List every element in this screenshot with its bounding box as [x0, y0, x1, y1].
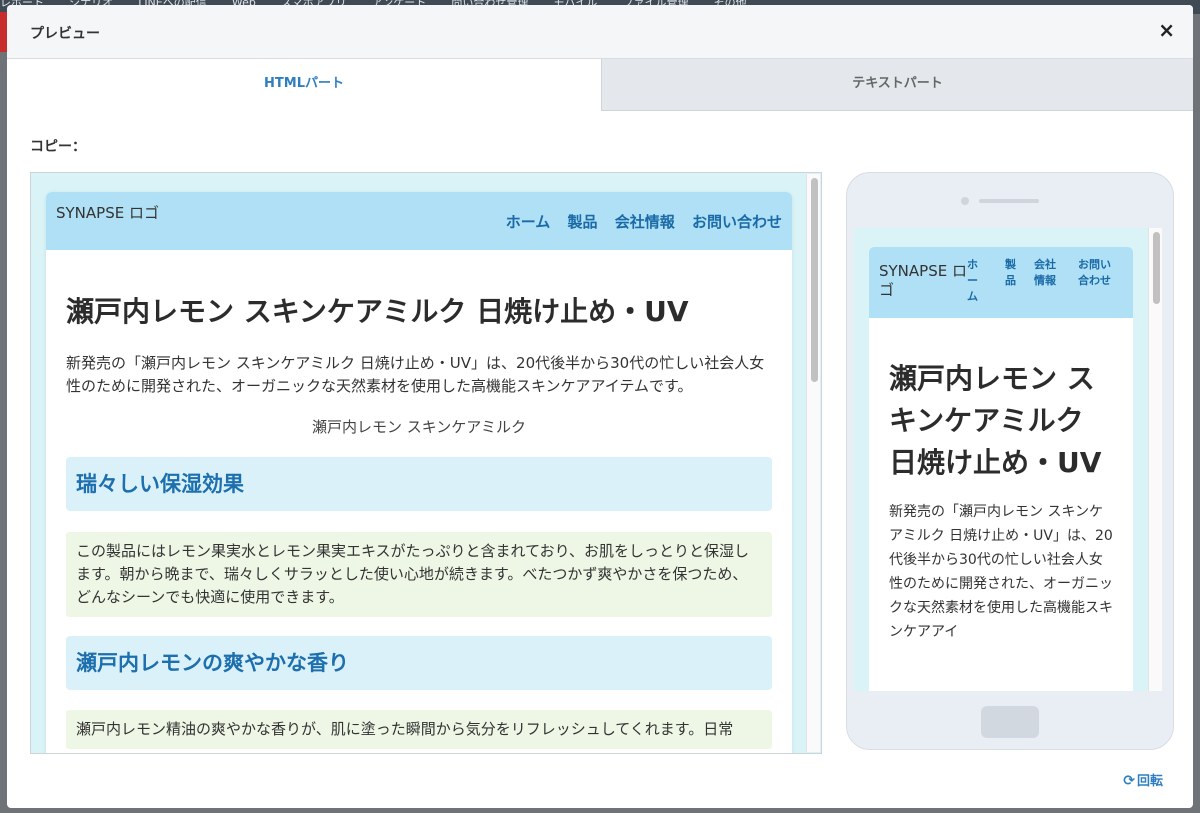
- mobile-site-header: SYNAPSE ロゴ ホーム 製品 会社情報 お問い合わせ: [869, 247, 1133, 318]
- desktop-logo-image: SYNAPSE ロゴ: [56, 204, 159, 222]
- desktop-nav-home[interactable]: ホーム: [506, 213, 551, 231]
- mobile-page-title: 瀬戸内レモン スキンケアミルク 日焼け止め・UV: [889, 362, 1102, 479]
- desktop-nav-company[interactable]: 会社情報: [615, 213, 675, 231]
- speaker-slot: [979, 199, 1039, 203]
- mobile-nav-company[interactable]: 会社情報: [1034, 257, 1060, 289]
- copy-label: コピー：: [30, 139, 86, 155]
- desktop-nav-contact[interactable]: お問い合わせ: [692, 213, 782, 231]
- desktop-site-nav: ホーム 製品 会社情報 お問い合わせ: [494, 211, 782, 232]
- mobile-scrollbar-thumb[interactable]: [1153, 232, 1160, 304]
- desktop-site-body: 瀬戸内レモン スキンケアミルク 日焼け止め・UV 新発売の「瀬戸内レモン スキン…: [46, 294, 792, 749]
- rotate-label: 回転: [1136, 774, 1163, 789]
- mobile-preview-screen[interactable]: SYNAPSE ロゴ ホーム 製品 会社情報 お問い合わせ 瀬戸内レモン スキン…: [854, 228, 1162, 691]
- rotate-button[interactable]: ⟳ 回転: [1123, 770, 1163, 789]
- mobile-nav-contact[interactable]: お問い合わせ: [1078, 257, 1118, 289]
- close-icon[interactable]: ×: [1158, 20, 1175, 40]
- mobile-nav-products[interactable]: 製品: [1005, 257, 1019, 289]
- tab-text-part[interactable]: テキストパート: [601, 59, 1193, 111]
- mobile-scrollbar[interactable]: [1148, 228, 1162, 691]
- mobile-nav-home[interactable]: ホーム: [967, 257, 981, 305]
- modal-title: プレビュー: [30, 26, 100, 42]
- tab-bar: HTMLパート テキストパート: [7, 59, 1193, 111]
- desktop-section-text: 瀬戸内レモン精油の爽やかな香りが、肌に塗った瞬間から気分をリフレッシュしてくれま…: [66, 710, 772, 749]
- home-button: [981, 706, 1039, 738]
- desktop-page: SYNAPSE ロゴ ホーム 製品 会社情報 お問い合わせ 瀬戸内レモン スキン…: [46, 192, 792, 753]
- desktop-nav-products[interactable]: 製品: [567, 213, 597, 231]
- camera-dot: [961, 197, 969, 205]
- mobile-preview-device: SYNAPSE ロゴ ホーム 製品 会社情報 お問い合わせ 瀬戸内レモン スキン…: [846, 172, 1174, 750]
- tab-html-part[interactable]: HTMLパート: [7, 59, 601, 111]
- desktop-site-header: SYNAPSE ロゴ ホーム 製品 会社情報 お問い合わせ: [46, 192, 792, 250]
- mobile-site-body: 瀬戸内レモン スキンケアミルク 日焼け止め・UV 新発売の「瀬戸内レモン スキン…: [869, 358, 1133, 644]
- desktop-scrollbar[interactable]: [806, 174, 820, 752]
- mobile-page: SYNAPSE ロゴ ホーム 製品 会社情報 お問い合わせ 瀬戸内レモン スキン…: [869, 247, 1133, 691]
- desktop-page-title: 瀬戸内レモン スキンケアミルク 日焼け止め・UV: [66, 295, 689, 328]
- desktop-scrollbar-thumb[interactable]: [811, 178, 818, 382]
- rotate-icon: ⟳: [1123, 773, 1135, 789]
- desktop-section-heading: 瀬戸内レモンの爽やかな香り: [66, 636, 772, 690]
- desktop-section-text: この製品にはレモン果実水とレモン果実エキスがたっぷりと含まれており、お肌をしっと…: [66, 532, 772, 617]
- desktop-product-image: 瀬戸内レモン スキンケアミルク: [311, 418, 527, 436]
- mobile-logo-image: SYNAPSE ロゴ: [879, 262, 967, 299]
- desktop-section-heading: 瑞々しい保湿効果: [66, 457, 772, 511]
- preview-modal: プレビュー × HTMLパート テキストパート コピー： SYNAPSE ロゴ …: [7, 5, 1193, 808]
- desktop-preview[interactable]: SYNAPSE ロゴ ホーム 製品 会社情報 お問い合わせ 瀬戸内レモン スキン…: [30, 172, 822, 754]
- mobile-intro-text: 新発売の「瀬戸内レモン スキンケアミルク 日焼け止め・UV」は、20代後半から3…: [889, 504, 1113, 640]
- modal-header: プレビュー ×: [7, 5, 1193, 59]
- desktop-intro-text: 新発売の「瀬戸内レモン スキンケアミルク 日焼け止め・UV」は、20代後半から3…: [66, 354, 765, 395]
